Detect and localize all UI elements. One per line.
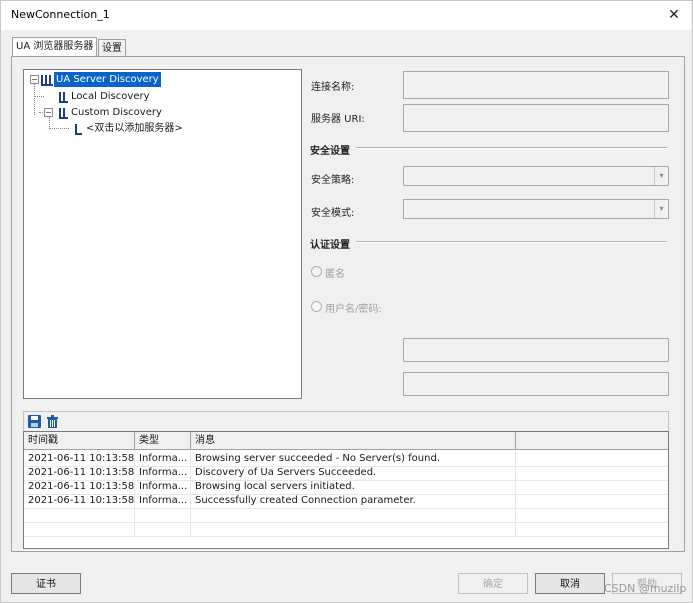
username-password-radio[interactable] [311,301,322,312]
security-mode-label: 安全模式: [311,208,355,219]
security-policy-select[interactable]: ▾ [403,166,669,186]
log-time: 2021-06-11 10:13:58... [24,480,135,494]
log-header: 时间戳 类型 消息 [24,432,668,450]
save-icon[interactable] [28,415,41,428]
log-time: 2021-06-11 10:13:58... [24,494,135,508]
server-icon [75,124,82,135]
column-header-type[interactable]: 类型 [135,432,191,449]
log-message: Browsing server succeeded - No Server(s)… [191,452,516,466]
log-message: Successfully created Connection paramete… [191,494,516,508]
server-tree[interactable]: − UA Server Discovery Local Discovery − … [23,69,302,399]
certificate-button[interactable]: 证书 [11,573,81,594]
log-time: 2021-06-11 10:13:58... [24,452,135,466]
cancel-button[interactable]: 取消 [535,573,605,594]
table-row[interactable]: 2021-06-11 10:13:58... Informa... Discov… [24,466,668,481]
tree-item-custom-discovery[interactable]: Custom Discovery [71,105,162,120]
tree-item-ua-server-discovery[interactable]: UA Server Discovery [54,72,161,87]
table-row-empty [24,522,668,537]
watermark: CSDN @muzilp [604,582,687,595]
log-type: Informa... [135,466,191,480]
table-row[interactable]: 2021-06-11 10:13:58... Informa... Succes… [24,494,668,509]
divider [356,147,667,149]
divider [356,241,667,243]
log-toolbar [23,411,669,433]
tree-item-add-server[interactable]: <双击以添加服务器> [86,121,183,136]
column-header-message[interactable]: 消息 [191,432,516,449]
log-message [191,522,516,536]
table-row[interactable]: 2021-06-11 10:13:58... Informa... Browsi… [24,452,668,467]
log-time [24,508,135,522]
tree-connector [49,128,69,129]
log-type: Informa... [135,494,191,508]
chevron-down-icon: ▾ [654,200,668,218]
log-table[interactable]: 时间戳 类型 消息 2021-06-11 10:13:58... Informa… [23,431,669,549]
log-type: Informa... [135,480,191,494]
connection-name-label: 连接名称: [311,82,355,93]
chevron-down-icon: ▾ [654,167,668,185]
log-type: Informa... [135,452,191,466]
username-field[interactable] [403,338,669,362]
security-section-title: 安全设置 [310,146,350,157]
log-type [135,508,191,522]
connection-name-field[interactable] [403,71,669,99]
anonymous-radio[interactable] [311,266,322,277]
collapse-icon[interactable]: − [44,108,53,117]
server-discovery-icon [41,75,53,86]
server-icon [59,92,68,103]
ok-button[interactable]: 确定 [458,573,528,594]
server-uri-field[interactable] [403,104,669,132]
security-policy-label: 安全策略: [311,175,355,186]
tab-ua-browser[interactable]: UA 浏览器服务器 [12,37,98,57]
tree-connector [34,96,44,97]
window-title: NewConnection_1 [11,8,110,21]
anonymous-label: 匿名 [325,269,345,280]
log-message: Discovery of Ua Servers Succeeded. [191,466,516,480]
log-message [191,508,516,522]
log-time [24,522,135,536]
tab-settings[interactable]: 设置 [98,39,126,57]
server-uri-label: 服务器 URI: [311,114,365,125]
auth-section-title: 认证设置 [310,240,350,251]
close-icon[interactable]: ✕ [663,4,685,26]
collapse-icon[interactable]: − [30,75,39,84]
log-time: 2021-06-11 10:13:58... [24,466,135,480]
delete-icon[interactable] [46,415,59,428]
server-icon [59,108,68,119]
log-type [135,522,191,536]
username-password-label: 用户名/密码: [325,304,382,315]
table-row[interactable]: 2021-06-11 10:13:58... Informa... Browsi… [24,480,668,495]
password-field[interactable] [403,372,669,396]
table-row-empty [24,508,668,523]
column-header-timestamp[interactable]: 时间戳 [24,432,135,449]
tree-item-local-discovery[interactable]: Local Discovery [71,89,150,104]
security-mode-select[interactable]: ▾ [403,199,669,219]
log-message: Browsing local servers initiated. [191,480,516,494]
tree-connector [34,83,35,115]
